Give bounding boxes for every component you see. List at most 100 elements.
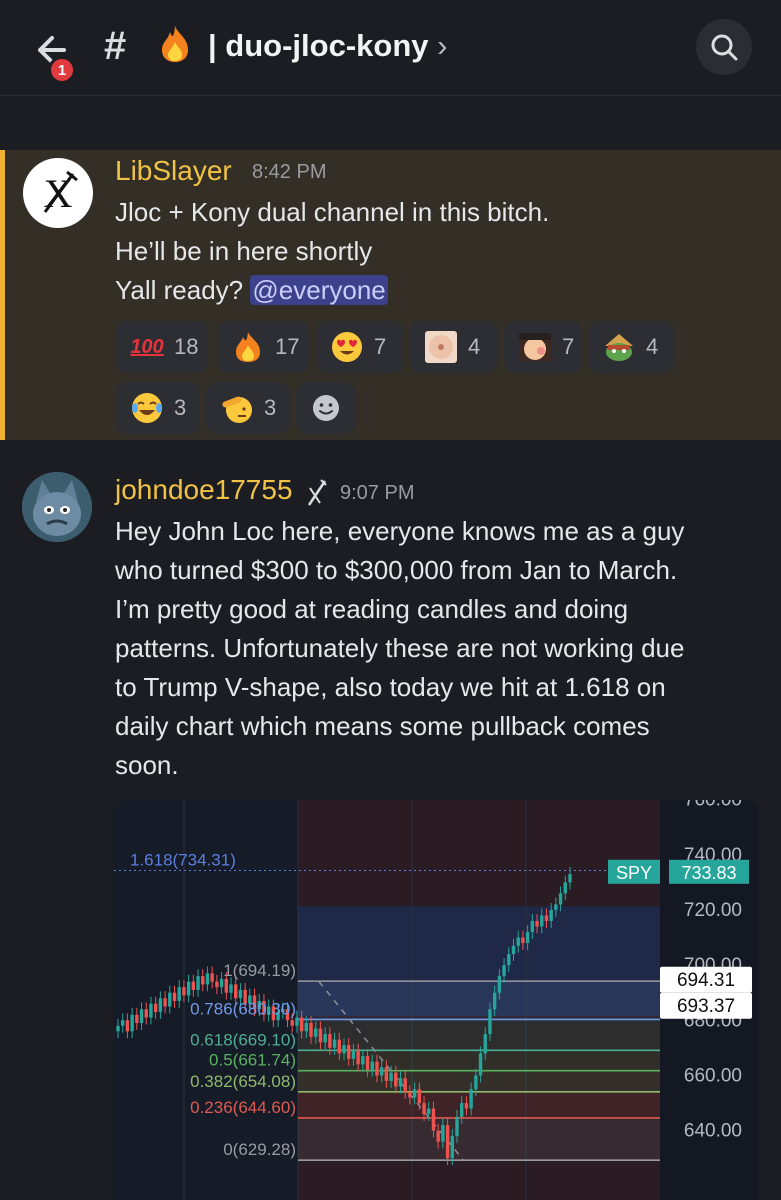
candle-body (299, 1017, 304, 1032)
avatar[interactable] (22, 472, 92, 542)
candle-body (563, 882, 567, 894)
candle-body (337, 1039, 341, 1054)
candle-body (210, 973, 214, 982)
candle-body (521, 937, 525, 944)
message-line: who turned $300 to $300,000 from Jan to … (115, 555, 678, 585)
reaction-custom-2[interactable]: 7 (504, 321, 582, 373)
reaction-hundred[interactable]: 100 18 (116, 321, 208, 373)
candle-body (511, 945, 516, 955)
candle-body (309, 1023, 313, 1037)
avatar[interactable]: X (23, 158, 93, 228)
candle-body (540, 915, 544, 927)
back-button[interactable]: 1 (26, 24, 78, 84)
channel-hash-icon: # (104, 24, 127, 68)
candle-body (158, 998, 163, 1012)
fib-level-label: 0.236(644.60) (190, 1098, 296, 1117)
candle-body (530, 920, 535, 932)
message-line: Yall ready? @everyone (115, 275, 388, 305)
chart-image-attachment[interactable]: 1.618(734.31) 1(694.19) 0.786(680.30) 0.618… (114, 800, 759, 1200)
username[interactable]: johndoe17755 (115, 473, 293, 507)
candle-body (182, 987, 186, 996)
reaction-heart-eyes[interactable]: 7 (316, 321, 404, 373)
candle-body (125, 1020, 130, 1032)
price-tag-label: 693.37 (677, 996, 735, 1017)
candle-body (295, 1017, 299, 1026)
candle-body (558, 893, 563, 905)
candle-body (464, 1103, 469, 1109)
cartoon-cat-avatar-icon (22, 472, 92, 542)
price-tag-label: 694.31 (677, 970, 735, 991)
fib-level-label: 0.618(669.10) (190, 1030, 296, 1049)
candle-body (389, 1072, 393, 1081)
candle-body (168, 992, 172, 1007)
unread-badge: 1 (48, 56, 76, 84)
candle-body (318, 1028, 323, 1043)
timestamp: 9:07 PM (340, 482, 415, 504)
candle-body (215, 981, 219, 988)
channel-title[interactable]: | duo-jloc-kony › (208, 26, 447, 66)
candle-body (478, 1053, 483, 1076)
heart-eyes-icon (332, 332, 362, 362)
message-line: Hey John Loc here, everyone knows me as … (115, 516, 685, 546)
candle-body (469, 1089, 473, 1109)
add-reaction-button[interactable] (296, 382, 356, 434)
reaction-fire[interactable]: 17 (217, 321, 309, 373)
candle-body (568, 874, 572, 883)
channel-header: 1 # | duo-jloc-kony › (0, 0, 781, 96)
custom-emoji-icon (519, 333, 551, 361)
candle-body (507, 954, 511, 966)
candle-body (403, 1078, 407, 1092)
candle-body (483, 1034, 487, 1054)
chevron-right-icon: › (437, 28, 448, 63)
candle-body (455, 1116, 459, 1137)
candle-body (328, 1034, 332, 1048)
candle-body (172, 992, 177, 1001)
spy-fibonacci-chart: 1.618(734.31) 1(694.19) 0.786(680.30) 0.618… (114, 800, 759, 1200)
reaction-custom-1[interactable]: 4 (410, 321, 498, 373)
message-line: to Trump V-shape, also today we hit at 1… (115, 672, 666, 702)
message-line: daily chart which means some pullback co… (115, 711, 650, 741)
candle-body (224, 978, 228, 993)
candle-body (177, 987, 181, 1001)
candle-body (351, 1050, 356, 1059)
candle-body (412, 1089, 417, 1098)
candle-body (304, 1023, 309, 1032)
search-icon (711, 34, 738, 61)
candle-body (497, 976, 502, 993)
candle-body (431, 1108, 436, 1131)
candle-body (332, 1039, 337, 1048)
y-tick-label: 760.00 (684, 800, 742, 811)
candle-body (445, 1125, 450, 1159)
username[interactable]: LibSlayer (115, 154, 232, 188)
mention-everyone[interactable]: @everyone (250, 275, 388, 305)
candle-body (139, 1009, 144, 1024)
reaction-pepe[interactable]: 4 (588, 321, 674, 373)
candle-body (516, 937, 520, 946)
fire-icon (162, 26, 188, 62)
candle-body (205, 973, 210, 985)
sword-badge-icon (307, 479, 327, 506)
candle-body (370, 1061, 374, 1070)
message-line: Jloc + Kony dual channel in this bitch. (115, 197, 550, 227)
symbol-label: SPY (616, 863, 652, 883)
fib-level-label: 0.382(654.08) (190, 1072, 296, 1091)
y-tick-label: 720.00 (684, 900, 742, 921)
reaction-salute[interactable]: 3 (206, 382, 290, 434)
candle-body (163, 998, 167, 1007)
candle-body (549, 909, 553, 921)
message-line: He’ll be in here shortly (115, 236, 373, 266)
candle-body (502, 965, 506, 977)
candle-body (196, 976, 200, 990)
search-button[interactable] (696, 19, 752, 75)
candle-body (525, 932, 530, 944)
fib-band (298, 1091, 660, 1118)
candle-body (342, 1045, 346, 1054)
candle-body (398, 1078, 403, 1087)
candle-body (323, 1034, 327, 1043)
candle-body (384, 1067, 389, 1081)
reaction-joy[interactable]: 3 (116, 382, 200, 434)
candle-body (238, 989, 243, 999)
candle-body (544, 915, 549, 921)
message-highlighted[interactable]: X LibSlayer 8:42 PM Jloc + Kony dual cha… (0, 150, 781, 440)
candle-body (394, 1072, 398, 1087)
